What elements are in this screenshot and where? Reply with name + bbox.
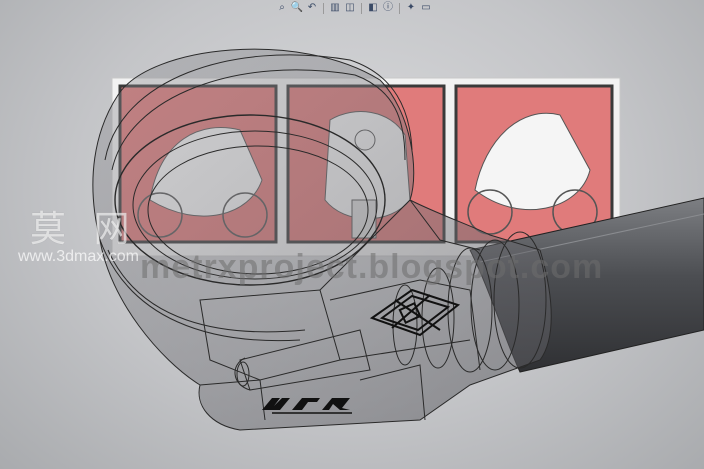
- zoom-to-fit-icon[interactable]: ⌕: [276, 2, 288, 14]
- view-orientation-icon[interactable]: ◫: [344, 2, 356, 14]
- previous-view-icon[interactable]: ↶: [306, 2, 318, 14]
- cad-3d-viewport[interactable]: 莫 网 www.3dmax.com metrxproject.blogspot.…: [0, 0, 704, 469]
- display-style-icon[interactable]: ◧: [367, 2, 379, 14]
- section-view-icon[interactable]: ▥: [329, 2, 341, 14]
- reference-panel-right: [454, 84, 614, 244]
- watermark-url-small: www.3dmax.com: [18, 248, 139, 265]
- watermark-url-big: metrxproject.blogspot.com: [140, 248, 604, 286]
- hide-show-items-icon[interactable]: ⓘ: [382, 2, 394, 14]
- watermark-cn: 莫 网: [30, 209, 138, 250]
- zoom-to-area-icon[interactable]: 🔍: [291, 2, 303, 14]
- apply-scene-icon[interactable]: ▭: [420, 2, 432, 14]
- edit-appearance-icon[interactable]: ✦: [405, 2, 417, 14]
- heads-up-view-toolbar: ⌕ 🔍 ↶ ▥ ◫ ◧ ⓘ ✦ ▭: [276, 0, 432, 16]
